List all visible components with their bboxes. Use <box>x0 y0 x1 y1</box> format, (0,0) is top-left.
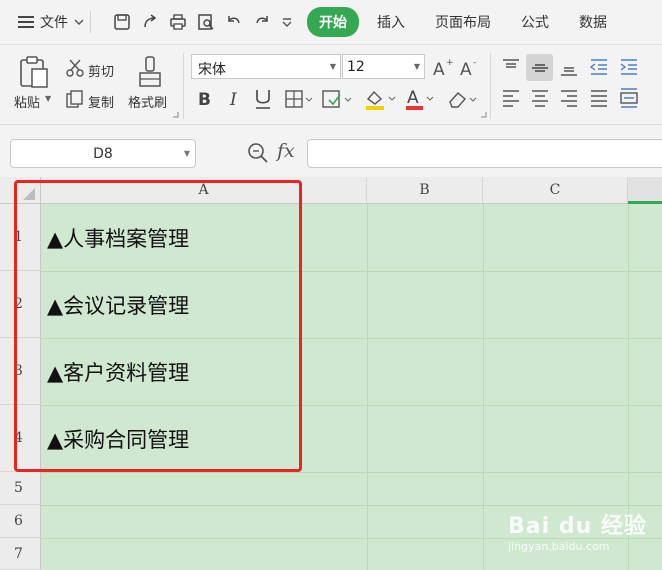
underline-icon[interactable] <box>253 88 273 110</box>
chevron-down-icon <box>74 19 84 25</box>
scissors-icon[interactable] <box>65 58 85 78</box>
column-header-d[interactable] <box>628 177 662 204</box>
chevron-down-icon: ▼ <box>183 149 190 158</box>
svg-text:-: - <box>473 58 476 68</box>
font-size-value: 12 <box>347 59 365 75</box>
align-bottom-icon[interactable] <box>558 56 580 78</box>
ribbon: 粘贴 ▼ 剪切 复制 格式刷 宋体 ▼ 12 ▼ A + A- B I A <box>0 44 662 125</box>
save-icon[interactable] <box>113 13 131 31</box>
justify-icon[interactable] <box>588 87 610 109</box>
italic-icon[interactable]: I <box>226 88 244 108</box>
bold-icon[interactable]: B <box>196 88 214 108</box>
highlight-annotation <box>14 180 302 472</box>
tab-formulas[interactable]: 公式 <box>521 7 549 37</box>
row-gridline <box>41 505 662 506</box>
quick-access-toolbar <box>113 13 293 31</box>
clear-format-icon[interactable] <box>446 88 480 110</box>
align-right-icon[interactable] <box>558 87 580 109</box>
svg-text:A: A <box>460 60 472 77</box>
border-icon[interactable] <box>285 89 315 109</box>
row-header-7[interactable]: 7 <box>0 538 41 570</box>
baidu-watermark: Bai du 经验 <box>508 514 647 539</box>
column-header-b[interactable]: B <box>367 177 483 204</box>
font-name-select[interactable]: 宋体 ▼ <box>191 54 341 79</box>
row-header-5[interactable]: 5 <box>0 472 41 505</box>
decrease-indent-icon[interactable] <box>588 56 610 78</box>
copy-button-label[interactable]: 复制 <box>88 92 114 111</box>
svg-text:I: I <box>229 90 237 108</box>
ribbon-separator <box>490 53 491 119</box>
copy-icon[interactable] <box>65 89 85 109</box>
increase-indent-icon[interactable] <box>618 56 640 78</box>
zoom-function-icon[interactable] <box>247 142 269 164</box>
formula-bar: D8 ▼ fx <box>0 125 662 177</box>
undo-icon[interactable] <box>225 13 243 31</box>
name-box[interactable]: D8 ▼ <box>10 139 196 168</box>
distributed-align-icon[interactable] <box>618 87 640 109</box>
file-menu-label: 文件 <box>40 15 68 31</box>
tab-insert[interactable]: 插入 <box>377 7 405 37</box>
formula-input[interactable] <box>307 139 662 168</box>
insert-function-icon[interactable]: fx <box>277 140 295 162</box>
align-center-icon[interactable] <box>529 87 551 109</box>
hamburger-icon <box>18 16 34 28</box>
paste-dropdown-icon[interactable]: ▼ <box>45 94 51 103</box>
font-color-icon[interactable]: A <box>404 87 438 111</box>
name-box-value: D8 <box>93 145 113 162</box>
row-header-6[interactable]: 6 <box>0 505 41 538</box>
customize-toolbar-icon[interactable] <box>281 16 293 28</box>
fill-pattern-icon[interactable] <box>322 89 354 109</box>
paste-button-label[interactable]: 粘贴 <box>14 92 40 111</box>
format-painter-icon[interactable] <box>137 55 163 89</box>
menu-bar: 文件 开始 插入 页面布局 公式 数据 <box>0 0 662 44</box>
increase-font-size-icon[interactable]: A + <box>432 57 454 77</box>
fill-color-icon[interactable] <box>364 87 400 111</box>
redo-icon[interactable] <box>253 13 271 31</box>
ribbon-separator <box>183 53 184 119</box>
column-gridline <box>483 204 484 570</box>
chevron-down-icon: ▼ <box>413 62 420 71</box>
font-name-value: 宋体 <box>198 62 226 78</box>
paste-icon[interactable] <box>18 55 50 89</box>
file-menu-button[interactable]: 文件 <box>18 7 84 37</box>
print-preview-icon[interactable] <box>197 13 215 31</box>
align-left-icon[interactable] <box>500 87 522 109</box>
font-size-select[interactable]: 12 ▼ <box>342 54 425 79</box>
svg-text:A: A <box>433 60 445 77</box>
cut-button-label[interactable]: 剪切 <box>88 61 114 80</box>
font-group-expand-icon[interactable] <box>480 111 487 118</box>
export-icon[interactable] <box>141 13 159 31</box>
chevron-down-icon: ▼ <box>329 62 336 71</box>
svg-text:+: + <box>446 58 454 68</box>
row-gridline <box>41 472 662 473</box>
format-painter-label[interactable]: 格式刷 <box>128 92 167 111</box>
align-middle-icon <box>532 64 548 72</box>
watermark-url: jingyan.baidu.com <box>508 540 610 553</box>
tab-home[interactable]: 开始 <box>307 7 359 37</box>
column-gridline <box>367 204 368 570</box>
decrease-font-size-icon[interactable]: A- <box>459 57 481 77</box>
align-middle-button[interactable] <box>526 54 553 81</box>
svg-text:B: B <box>198 90 211 108</box>
print-icon[interactable] <box>169 13 187 31</box>
tab-data[interactable]: 数据 <box>579 7 607 37</box>
align-top-icon[interactable] <box>500 56 522 78</box>
tab-page-layout[interactable]: 页面布局 <box>435 7 491 37</box>
clipboard-group-expand-icon[interactable] <box>172 111 179 118</box>
svg-text:A: A <box>407 88 419 108</box>
menu-separator <box>90 11 91 33</box>
column-header-c[interactable]: C <box>483 177 628 204</box>
